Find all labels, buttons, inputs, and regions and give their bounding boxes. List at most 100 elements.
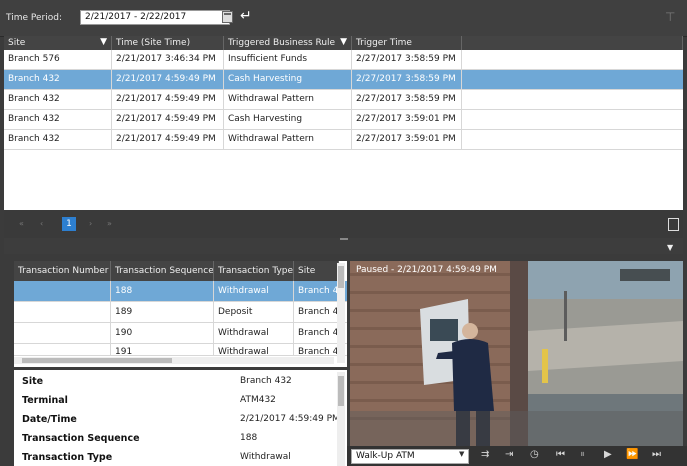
detail-value-type: Withdrawal bbox=[240, 452, 291, 462]
page-number-button[interactable]: 1 bbox=[62, 217, 76, 231]
column-header-label: Triggered Business Rule bbox=[228, 38, 336, 48]
cell-trigger-time: 2/27/2017 3:58:59 PM bbox=[352, 70, 462, 89]
table-row[interactable]: Branch 576 2/21/2017 3:46:34 PM Insuffic… bbox=[4, 50, 683, 70]
export-icon[interactable] bbox=[668, 218, 679, 231]
cell-site: Branch 432 bbox=[4, 130, 112, 149]
cell-transaction-sequence: 188 bbox=[111, 281, 214, 301]
panel-splitter[interactable] bbox=[4, 238, 683, 254]
cell-site: Branch 4 bbox=[294, 323, 339, 343]
scrollbar-thumb[interactable] bbox=[338, 376, 344, 406]
cell-transaction-type: Withdrawal bbox=[214, 281, 294, 301]
splitter-grip-icon[interactable] bbox=[340, 238, 348, 240]
column-header-label: Time (Site Time) bbox=[116, 38, 191, 48]
cell-time: 2/21/2017 4:59:49 PM bbox=[112, 130, 224, 149]
table-row-selected[interactable]: Branch 432 2/21/2017 4:59:49 PM Cash Har… bbox=[4, 70, 683, 90]
detail-row-clipped: Transaction Type Withdrawal bbox=[14, 450, 347, 466]
cell-transaction-sequence: 190 bbox=[111, 323, 214, 343]
video-frame-image bbox=[350, 261, 683, 446]
export-clip-icon[interactable]: ⇥ bbox=[505, 449, 513, 460]
scrollbar-thumb[interactable] bbox=[338, 266, 344, 288]
cell-time: 2/21/2017 4:59:49 PM bbox=[112, 90, 224, 109]
clock-icon[interactable]: ◷ bbox=[530, 449, 539, 460]
column-header-label: Site bbox=[8, 38, 26, 48]
table-row[interactable]: 190 Withdrawal Branch 4 bbox=[14, 323, 347, 344]
cell-transaction-number bbox=[14, 344, 111, 355]
detail-key-sequence: Transaction Sequence bbox=[22, 433, 140, 444]
filter-icon[interactable]: ▼ bbox=[340, 37, 347, 47]
cell-trigger-time: 2/27/2017 3:58:59 PM bbox=[352, 50, 462, 69]
column-header-filler bbox=[462, 36, 683, 50]
cell-time: 2/21/2017 4:59:49 PM bbox=[112, 110, 224, 129]
prev-page-button[interactable]: ‹ bbox=[40, 219, 43, 228]
pause-icon[interactable]: ⏸ bbox=[580, 449, 585, 460]
clear-filter-icon[interactable]: ⊤ bbox=[665, 10, 675, 24]
cell-site: Branch 576 bbox=[4, 50, 112, 69]
cell-site: Branch 432 bbox=[4, 90, 112, 109]
time-period-input[interactable]: 2/21/2017 - 2/22/2017 bbox=[80, 10, 230, 25]
table-row-selected[interactable]: 188 Withdrawal Branch 4 bbox=[14, 281, 347, 302]
column-header-transaction-type[interactable]: Transaction Type bbox=[214, 261, 294, 281]
column-header-site[interactable]: Site ▼ bbox=[4, 36, 112, 50]
column-header-site[interactable]: Site bbox=[294, 261, 339, 281]
skip-back-icon[interactable]: ⏮ bbox=[556, 449, 565, 460]
sync-icon[interactable]: ⇉ bbox=[481, 449, 489, 460]
skip-forward-icon[interactable]: ⏭ bbox=[652, 449, 661, 460]
video-status-text: Paused - 2/21/2017 4:59:49 PM bbox=[356, 265, 497, 275]
camera-video-feed[interactable] bbox=[350, 261, 683, 446]
cell-transaction-type: Withdrawal bbox=[214, 323, 294, 343]
detail-key-site: Site bbox=[22, 376, 44, 387]
column-header-label: Trigger Time bbox=[356, 38, 412, 48]
time-period-label: Time Period: bbox=[6, 13, 62, 23]
cell-trigger-time: 2/27/2017 3:59:01 PM bbox=[352, 130, 462, 149]
column-header-rule[interactable]: Triggered Business Rule ▼ bbox=[224, 36, 352, 50]
detail-key-datetime: Date/Time bbox=[22, 414, 77, 425]
cell-transaction-number bbox=[14, 302, 111, 322]
apply-filter-icon[interactable]: ↵ bbox=[240, 8, 252, 24]
column-header-trigger-time[interactable]: Trigger Time bbox=[352, 36, 462, 50]
cell-time: 2/21/2017 4:59:49 PM bbox=[112, 70, 224, 89]
cell-site: Branch 432 bbox=[4, 70, 112, 89]
detail-key-type: Transaction Type bbox=[22, 452, 113, 463]
fast-forward-icon[interactable]: ⏩ bbox=[626, 449, 638, 460]
column-header-transaction-number[interactable]: Transaction Number bbox=[14, 261, 111, 281]
camera-select[interactable]: Walk-Up ATM bbox=[351, 449, 469, 464]
cell-transaction-type: Withdrawal bbox=[214, 344, 294, 355]
cell-transaction-type: Deposit bbox=[214, 302, 294, 322]
cell-trigger-time: 2/27/2017 3:59:01 PM bbox=[352, 110, 462, 129]
cell-rule: Withdrawal Pattern bbox=[224, 130, 352, 149]
next-page-button[interactable]: › bbox=[89, 219, 92, 228]
play-icon[interactable]: ▶ bbox=[604, 449, 612, 460]
table-row[interactable]: Branch 432 2/21/2017 4:59:49 PM Withdraw… bbox=[4, 130, 683, 150]
cell-site: Branch 4 bbox=[294, 281, 339, 301]
cell-rule: Withdrawal Pattern bbox=[224, 90, 352, 109]
detail-value-datetime: 2/21/2017 4:59:49 PM bbox=[240, 414, 340, 424]
table-row[interactable]: Branch 432 2/21/2017 4:59:49 PM Withdraw… bbox=[4, 90, 683, 110]
cell-site: Branch 4 bbox=[294, 344, 339, 355]
first-page-button[interactable]: « bbox=[19, 219, 24, 228]
chevron-down-icon[interactable]: ▼ bbox=[459, 450, 464, 458]
table-row[interactable]: Branch 432 2/21/2017 4:59:49 PM Cash Har… bbox=[4, 110, 683, 130]
cell-site: Branch 4 bbox=[294, 302, 339, 322]
table-row[interactable]: 191 Withdrawal Branch 4 bbox=[14, 344, 347, 356]
cell-rule: Cash Harvesting bbox=[224, 110, 352, 129]
alerts-table: Site ▼ Time (Site Time) Triggered Busine… bbox=[4, 36, 683, 210]
collapse-panel-icon[interactable]: ▼ bbox=[667, 243, 673, 252]
detail-key-terminal: Terminal bbox=[22, 395, 68, 406]
cell-time: 2/21/2017 3:46:34 PM bbox=[112, 50, 224, 69]
last-page-button[interactable]: » bbox=[107, 219, 112, 228]
detail-value-site: Branch 432 bbox=[240, 376, 292, 386]
cell-trigger-time: 2/27/2017 3:58:59 PM bbox=[352, 90, 462, 109]
column-header-transaction-sequence[interactable]: Transaction Sequence bbox=[111, 261, 214, 281]
cell-transaction-sequence: 189 bbox=[111, 302, 214, 322]
table-row[interactable]: 189 Deposit Branch 4 bbox=[14, 302, 347, 323]
transaction-details-panel: Site Branch 432 Terminal ATM432 Date/Tim… bbox=[14, 370, 347, 466]
filter-icon[interactable]: ▼ bbox=[100, 37, 107, 47]
calendar-icon[interactable] bbox=[222, 11, 233, 23]
column-header-time[interactable]: Time (Site Time) bbox=[112, 36, 224, 50]
transactions-table: Transaction Number Transaction Sequence … bbox=[14, 261, 347, 367]
scrollbar-thumb[interactable] bbox=[22, 358, 172, 363]
cell-transaction-number bbox=[14, 323, 111, 343]
cell-rule: Insufficient Funds bbox=[224, 50, 352, 69]
cell-rule: Cash Harvesting bbox=[224, 70, 352, 89]
pager bbox=[4, 210, 683, 238]
